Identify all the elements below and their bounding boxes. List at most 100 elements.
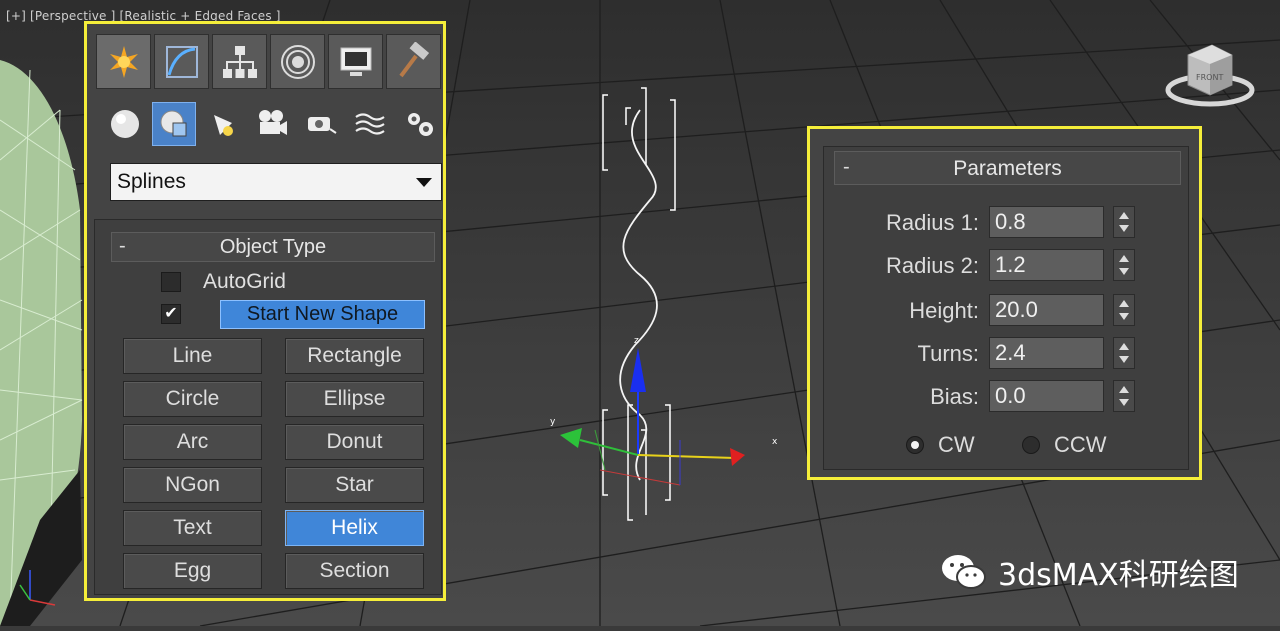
spinner-up-icon (1119, 343, 1129, 350)
parameters-title: Parameters (953, 157, 1062, 180)
ccw-radio[interactable] (1022, 436, 1040, 454)
radius2-row: Radius 2: 1.2 (824, 249, 1154, 283)
spinner-down-icon (1119, 356, 1129, 363)
chevron-down-icon (416, 178, 432, 187)
tab-display[interactable] (328, 34, 383, 89)
subtab-geometry[interactable] (103, 102, 147, 146)
radius2-field[interactable]: 1.2 (989, 249, 1104, 281)
tab-motion[interactable] (270, 34, 325, 89)
shape-button-donut[interactable]: Donut (285, 424, 424, 460)
shape-buttons-grid: Line Rectangle Circle Ellipse Arc Donut NGon St… (123, 338, 428, 592)
spacewarps-icon (355, 113, 385, 135)
geometry-icon (111, 110, 139, 138)
ccw-label: CCW (1054, 432, 1107, 457)
systems-icon (408, 113, 433, 136)
subtab-helpers[interactable] (299, 102, 343, 146)
axis-y-label: y (550, 417, 556, 427)
turns-spinner[interactable] (1113, 337, 1135, 369)
start-new-shape-button[interactable]: Start New Shape (220, 300, 425, 329)
shape-button-text[interactable]: Text (123, 510, 262, 546)
axis-z-label: z (634, 336, 639, 346)
radius2-spinner[interactable] (1113, 249, 1135, 281)
start-new-shape-row: ✔ (161, 304, 181, 324)
shapes-icon (160, 110, 187, 137)
shape-button-circle[interactable]: Circle (123, 381, 262, 417)
object-type-header[interactable]: - Object Type (111, 232, 435, 262)
autogrid-label: AutoGrid (203, 270, 286, 293)
bias-row: Bias: 0.0 (824, 380, 1154, 414)
wechat-icon (942, 555, 986, 589)
cameras-icon (259, 110, 287, 135)
autogrid-row: AutoGrid (161, 270, 286, 294)
height-row: Height: 20.0 (824, 294, 1154, 328)
shape-button-helix[interactable]: Helix (285, 510, 424, 546)
modify-icon (165, 45, 198, 78)
subtab-systems[interactable] (397, 102, 441, 146)
parameters-panel: - Parameters Radius 1: 0.8 Radius 2: 1.2… (807, 126, 1202, 480)
tab-utilities[interactable] (386, 34, 441, 89)
create-category-tabs (103, 102, 443, 150)
motion-icon (280, 44, 315, 79)
subtab-lights[interactable] (201, 102, 245, 146)
spinner-up-icon (1119, 255, 1129, 262)
helpers-icon (308, 117, 337, 134)
radius1-field[interactable]: 0.8 (989, 206, 1104, 238)
radio-selected-dot (911, 441, 919, 449)
shape-button-star[interactable]: Star (285, 467, 424, 503)
shape-button-arc[interactable]: Arc (123, 424, 262, 460)
bias-label: Bias: (930, 384, 979, 409)
lights-icon (214, 115, 233, 136)
viewcube-face-label: FRONT (1196, 73, 1223, 82)
hierarchy-icon (222, 45, 257, 78)
bias-spinner[interactable] (1113, 380, 1135, 412)
spinner-down-icon (1119, 399, 1129, 406)
start-new-shape-checkbox[interactable]: ✔ (161, 304, 181, 324)
spinner-up-icon (1119, 386, 1129, 393)
height-spinner[interactable] (1113, 294, 1135, 326)
tab-modify[interactable] (154, 34, 209, 89)
spinner-down-icon (1119, 268, 1129, 275)
subtab-shapes[interactable] (152, 102, 196, 146)
command-panel-tabs (96, 34, 441, 90)
spinner-down-icon (1119, 313, 1129, 320)
radius1-spinner[interactable] (1113, 206, 1135, 238)
watermark: 3dsMAX科研绘图 (940, 550, 1239, 594)
autogrid-checkbox[interactable] (161, 272, 181, 292)
parameters-header[interactable]: - Parameters (834, 151, 1181, 185)
height-field[interactable]: 20.0 (989, 294, 1104, 326)
object-type-title: Object Type (219, 236, 327, 258)
tab-hierarchy[interactable] (212, 34, 267, 89)
ccw-option[interactable]: CCW (1022, 432, 1107, 458)
turns-field[interactable]: 2.4 (989, 337, 1104, 369)
parameters-rollout: - Parameters Radius 1: 0.8 Radius 2: 1.2… (823, 146, 1189, 470)
spinner-up-icon (1119, 212, 1129, 219)
radius1-label: Radius 1: (886, 210, 979, 235)
spinner-up-icon (1119, 300, 1129, 307)
cw-label: CW (938, 432, 975, 457)
category-dropdown-value: Splines (117, 170, 186, 193)
cw-option[interactable]: CW (906, 432, 975, 458)
subtab-spacewarps[interactable] (348, 102, 392, 146)
height-label: Height: (909, 298, 979, 323)
spinner-down-icon (1119, 225, 1129, 232)
axis-x-label: x (772, 437, 778, 447)
shape-button-ellipse[interactable]: Ellipse (285, 381, 424, 417)
object-type-rollout: - Object Type AutoGrid ✔ Start New Shape… (94, 219, 442, 595)
create-icon (109, 45, 138, 78)
watermark-text: 3dsMAX科研绘图 (998, 558, 1239, 593)
shape-button-line[interactable]: Line (123, 338, 262, 374)
shape-button-section[interactable]: Section (285, 553, 424, 589)
turns-row: Turns: 2.4 (824, 337, 1154, 371)
command-panel: Splines - Object Type AutoGrid ✔ Start N… (84, 21, 446, 601)
tab-create[interactable] (96, 34, 151, 89)
cw-radio[interactable] (906, 436, 924, 454)
radius1-row: Radius 1: 0.8 (824, 206, 1154, 240)
shape-button-egg[interactable]: Egg (123, 553, 262, 589)
turns-label: Turns: (917, 341, 979, 366)
category-dropdown[interactable]: Splines (110, 163, 442, 201)
bias-field[interactable]: 0.0 (989, 380, 1104, 412)
shape-button-ngon[interactable]: NGon (123, 467, 262, 503)
radius2-label: Radius 2: (886, 253, 979, 278)
shape-button-rectangle[interactable]: Rectangle (285, 338, 424, 374)
subtab-cameras[interactable] (250, 102, 294, 146)
